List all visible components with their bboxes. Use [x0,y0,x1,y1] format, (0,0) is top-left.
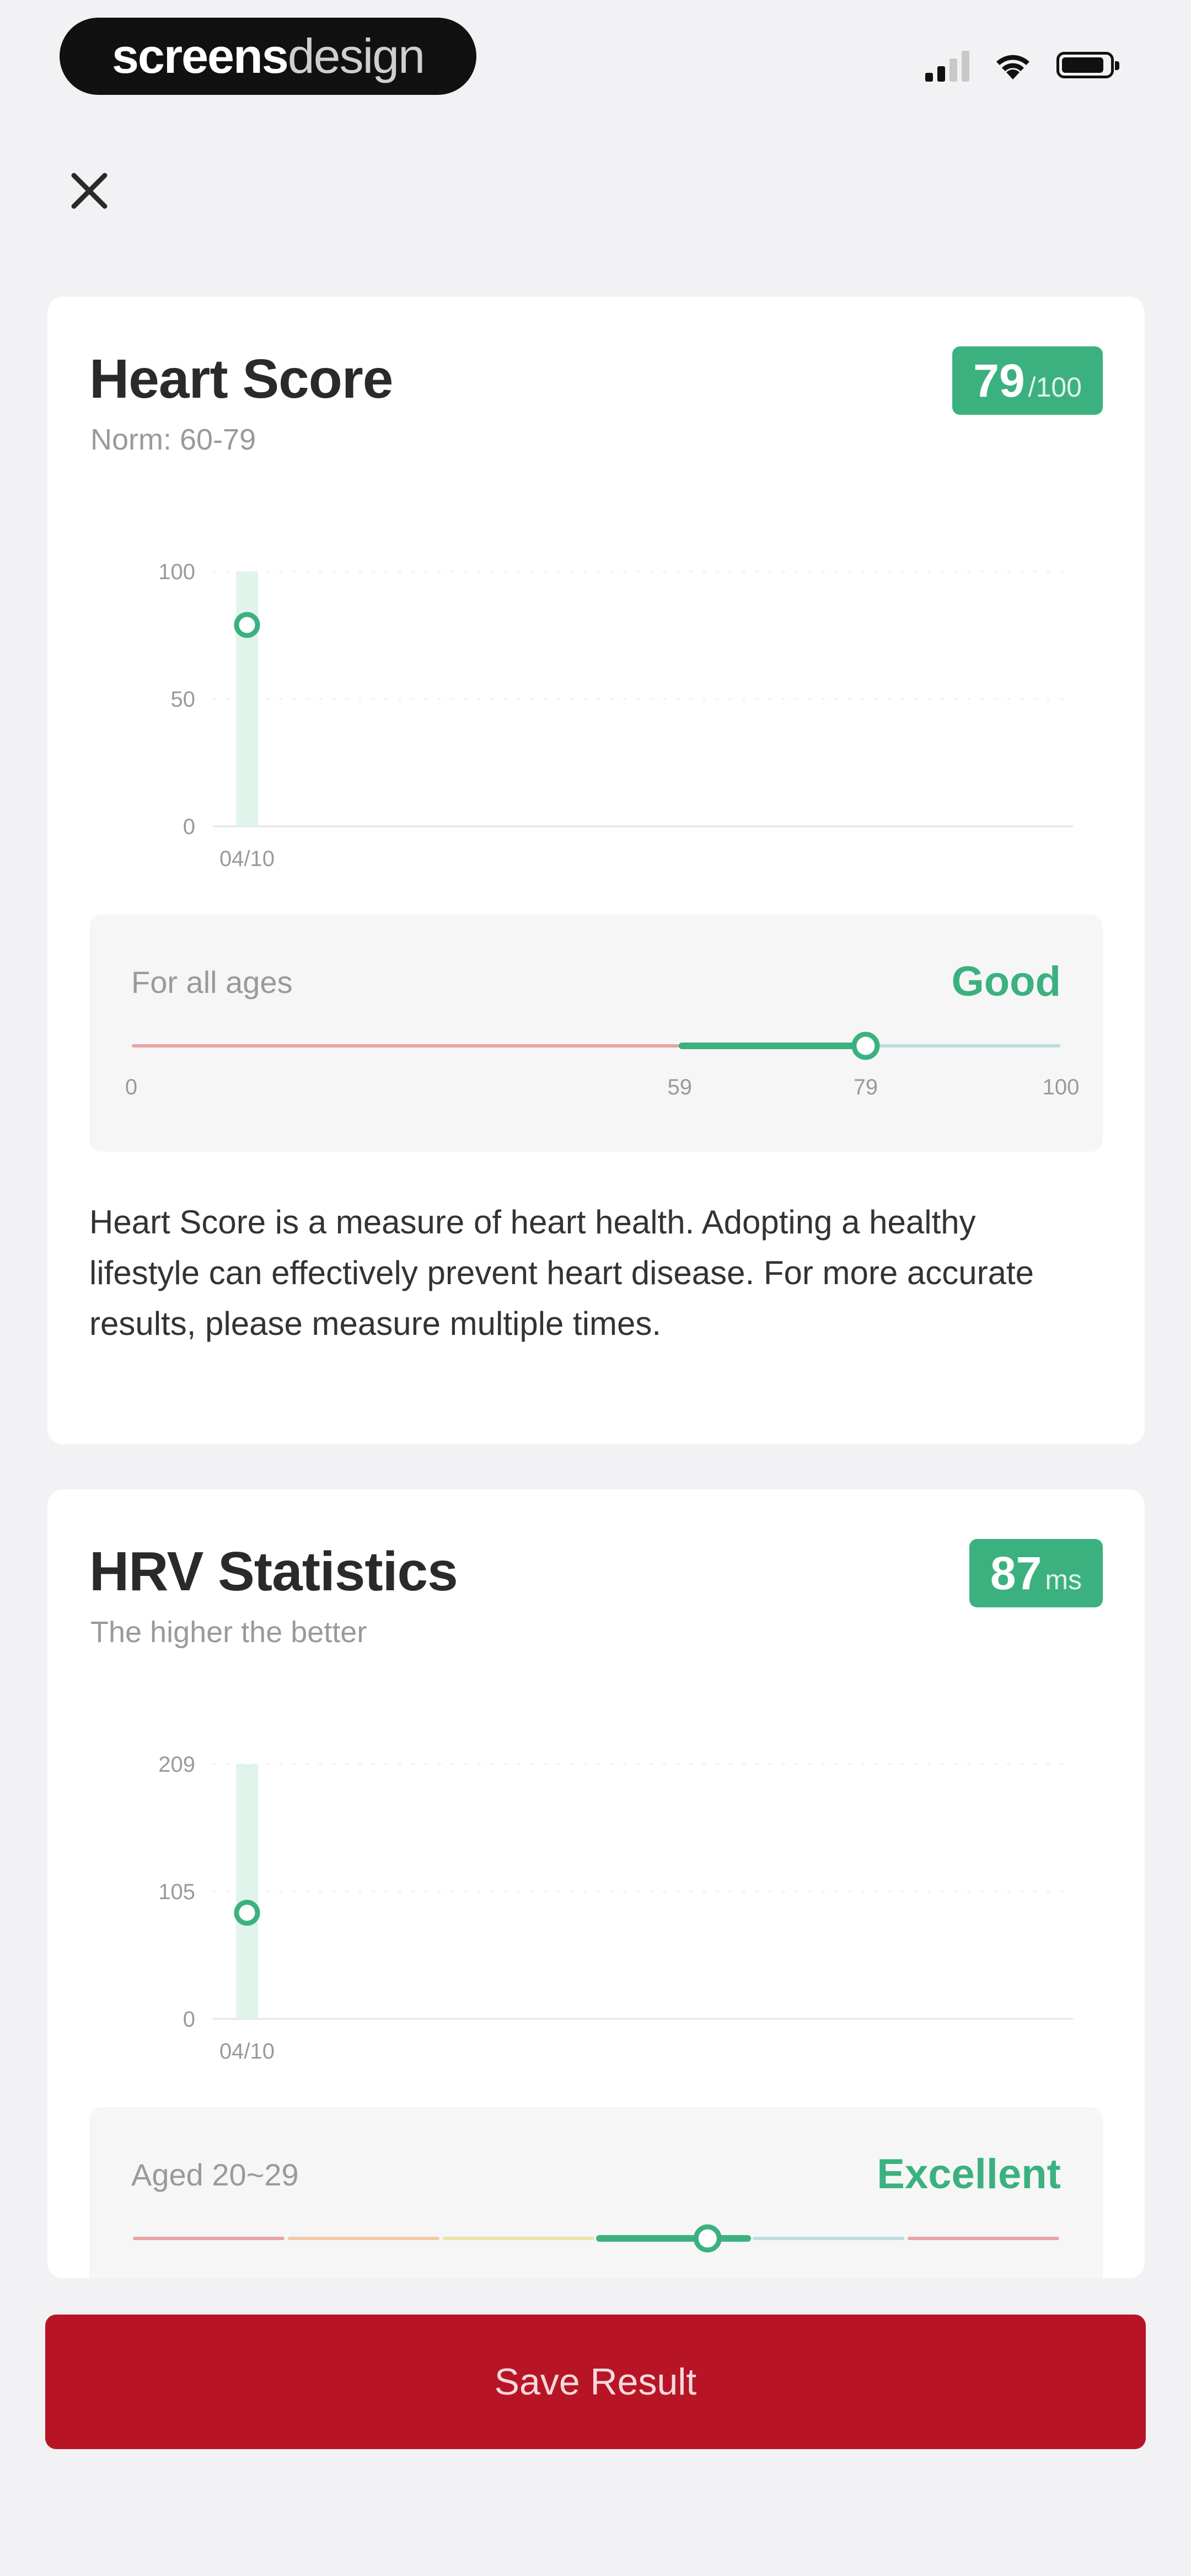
heart-score-y-tick-label: 100 [158,560,195,584]
hrv-x-tick-label: 04/10 [219,2039,275,2064]
heart-score-norm: Norm: 60-79 [90,423,256,456]
hrv-card: HRV Statistics The higher the better 87 … [47,1489,1145,2278]
hrv-y-tick-label: 105 [158,1880,195,1904]
hrv-subtitle: The higher the better [90,1616,367,1649]
heart-score-card: Heart Score Norm: 60-79 79 /100 100 50 0 04… [47,297,1145,1444]
close-button[interactable] [62,163,117,218]
save-result-button[interactable]: Save Result [45,2315,1146,2449]
heart-score-chart: 100 50 0 04/10 [47,528,1145,881]
brand-logo-light: design [287,29,425,83]
heart-score-data-point [234,612,260,638]
hrv-value: 87 [990,1547,1042,1599]
heart-score-range-bar: 0 59 79 100 [125,1032,1080,1099]
heart-score-range-tick: 79 [854,1075,878,1099]
heart-score-title: Heart Score [89,348,393,410]
heart-score-y-tick-label: 0 [183,815,195,839]
status-icons [925,49,1119,82]
heart-score-range-marker [851,1032,880,1060]
cellular-signal-icon [925,49,969,82]
heart-score-chart-svg: 100 50 0 04/10 [158,560,1073,871]
hrv-range: Aged 20~29 Excellent [89,2107,1103,2278]
brand-logo-bold: screens [111,29,289,83]
hrv-data-point [234,1900,260,1926]
heart-score-bar-highlight [236,571,258,826]
hrv-chart-svg: 209 105 0 04/10 [158,1752,1073,2064]
close-icon [71,173,108,209]
hrv-y-tick-label: 0 [183,2007,195,2032]
hrv-bar-highlight [236,1764,258,2019]
heart-score-unit: /100 [1028,372,1082,403]
hrv-range-marker [693,2224,722,2253]
hrv-unit: ms [1045,1564,1082,1595]
heart-score-description: Heart Score is a measure of heart health… [89,1204,1034,1342]
heart-score-range-tick: 0 [125,1075,137,1099]
battery-icon [1056,52,1119,78]
hrv-title: HRV Statistics [89,1541,458,1602]
heart-score-badge: 79 /100 [952,346,1103,415]
hrv-chart: 209 105 0 04/10 [47,1721,1145,2074]
heart-score-value: 79 [973,355,1025,407]
hrv-badge: 87 ms [969,1539,1103,1607]
hrv-range-bar [133,2224,1059,2253]
heart-score-y-tick-label: 50 [171,687,196,712]
heart-score-range-tick: 59 [667,1075,692,1099]
heart-score-range: For all ages Good 0 59 79 100 [89,915,1103,1152]
heart-score-range-tick: 100 [1043,1075,1080,1099]
brand-logo: screens design [60,18,476,95]
status-bar: screens design [0,0,1191,110]
heart-score-x-tick-label: 04/10 [219,847,275,871]
wifi-icon [996,55,1029,79]
hrv-y-tick-label: 209 [158,1752,195,1777]
